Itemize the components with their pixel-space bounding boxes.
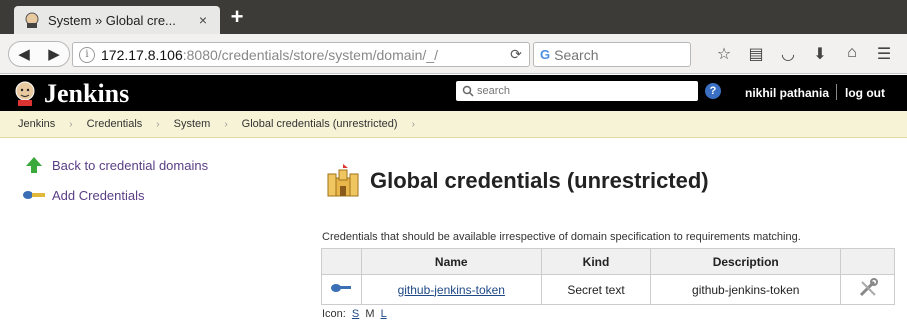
- icon-size-large-link[interactable]: L: [381, 308, 387, 320]
- row-actions-cell: [840, 274, 895, 305]
- url-bar[interactable]: i 172.17.8.106:8080/credentials/store/sy…: [72, 42, 530, 67]
- download-icon[interactable]: ⬇: [804, 44, 836, 64]
- icon-size-label: Icon:: [322, 308, 346, 320]
- credentials-table: Name Kind Description github-jenkins-tok…: [321, 248, 895, 305]
- pocket-icon[interactable]: ◡: [772, 44, 804, 64]
- credential-description-cell: github-jenkins-token: [650, 274, 842, 305]
- actions-header: [840, 248, 895, 275]
- table-header-row: Name Kind Description: [321, 248, 895, 275]
- user-name-link[interactable]: nikhil pathania: [745, 86, 829, 100]
- breadcrumb-global-credentials[interactable]: Global credentials (unrestricted): [242, 118, 398, 130]
- key-icon: [23, 191, 45, 199]
- add-credentials-link[interactable]: Add Credentials: [22, 180, 208, 210]
- credential-name-cell: github-jenkins-token: [360, 274, 542, 305]
- breadcrumb-jenkins[interactable]: Jenkins: [18, 118, 55, 130]
- back-to-domains-label: Back to credential domains: [52, 157, 209, 173]
- logout-link[interactable]: log out: [845, 86, 885, 100]
- kind-column-header[interactable]: Kind: [540, 248, 652, 275]
- name-column-header[interactable]: Name: [360, 248, 542, 275]
- url-path: :8080/credentials/store/system/domain/_/: [182, 46, 438, 63]
- breadcrumb-system[interactable]: System: [174, 118, 211, 130]
- search-icon: [462, 85, 474, 97]
- breadcrumb: Jenkins › Credentials › System › Global …: [0, 111, 907, 138]
- jenkins-title[interactable]: Jenkins: [44, 79, 129, 109]
- bookmark-star-icon[interactable]: ☆: [708, 44, 740, 64]
- up-arrow-icon: [26, 157, 42, 173]
- tab-close-icon[interactable]: ×: [196, 12, 210, 28]
- breadcrumb-chevron-icon[interactable]: ›: [224, 119, 227, 130]
- browser-search-bar[interactable]: G: [533, 42, 691, 67]
- header-divider: [836, 84, 837, 100]
- credential-kind-cell: Secret text: [540, 274, 652, 305]
- credential-name-link[interactable]: github-jenkins-token: [398, 283, 505, 297]
- icon-size-medium-current: M: [365, 308, 375, 320]
- reload-icon[interactable]: ⟳: [507, 46, 525, 63]
- back-arrow-icon[interactable]: ◀: [9, 45, 39, 63]
- page-heading: Global credentials (unrestricted): [326, 164, 709, 198]
- description-column-header[interactable]: Description: [650, 248, 842, 275]
- url-host: 172.17.8.106: [101, 46, 183, 63]
- help-icon[interactable]: ?: [705, 83, 721, 99]
- browser-tabstrip: System » Global cre... × +: [0, 0, 907, 34]
- breadcrumb-chevron-icon[interactable]: ›: [69, 119, 72, 130]
- key-icon: [331, 284, 352, 292]
- jenkins-search-input[interactable]: [477, 85, 677, 97]
- jenkins-header: Jenkins ? nikhil pathania log out: [0, 75, 907, 111]
- castle-icon: [327, 164, 359, 197]
- add-credentials-label: Add Credentials: [52, 187, 145, 203]
- back-forward-group: ◀ ▶: [8, 41, 70, 67]
- browser-tab[interactable]: System » Global cre... ×: [14, 6, 220, 34]
- tab-title: System » Global cre...: [48, 12, 176, 28]
- table-row: github-jenkins-token Secret text github-…: [321, 274, 895, 305]
- jenkins-search-box[interactable]: [456, 81, 698, 101]
- side-panel: Back to credential domains Add Credentia…: [22, 150, 208, 210]
- menu-icon[interactable]: ☰: [868, 44, 900, 64]
- type-icon-header: [321, 248, 362, 275]
- jenkins-favicon-icon: [25, 12, 39, 28]
- browser-search-input[interactable]: [554, 46, 675, 63]
- browser-navbar: ◀ ▶ i 172.17.8.106:8080/credentials/stor…: [0, 34, 907, 74]
- back-to-domains-link[interactable]: Back to credential domains: [22, 150, 208, 180]
- jenkins-logo-icon[interactable]: [12, 80, 38, 106]
- page-title: Global credentials (unrestricted): [370, 168, 709, 193]
- browser-toolbar-icons: ☆ ▤ ◡ ⬇ ⌂ ☰: [708, 44, 900, 64]
- home-icon[interactable]: ⌂: [836, 44, 868, 64]
- forward-arrow-icon[interactable]: ▶: [39, 45, 69, 63]
- configure-icon[interactable]: [858, 278, 878, 298]
- icon-size-small-link[interactable]: S: [352, 308, 359, 320]
- breadcrumb-credentials[interactable]: Credentials: [87, 118, 143, 130]
- store-description: Credentials that should be available irr…: [322, 231, 801, 243]
- breadcrumb-chevron-icon[interactable]: ›: [156, 119, 159, 130]
- new-tab-button[interactable]: +: [226, 6, 248, 29]
- row-type-cell: [321, 274, 362, 305]
- search-engine-icon[interactable]: G: [540, 47, 550, 62]
- info-icon[interactable]: i: [79, 46, 95, 63]
- reading-list-icon[interactable]: ▤: [740, 44, 772, 64]
- icon-size-selector: Icon: S M L: [322, 308, 387, 320]
- breadcrumb-chevron-icon[interactable]: ›: [412, 119, 415, 130]
